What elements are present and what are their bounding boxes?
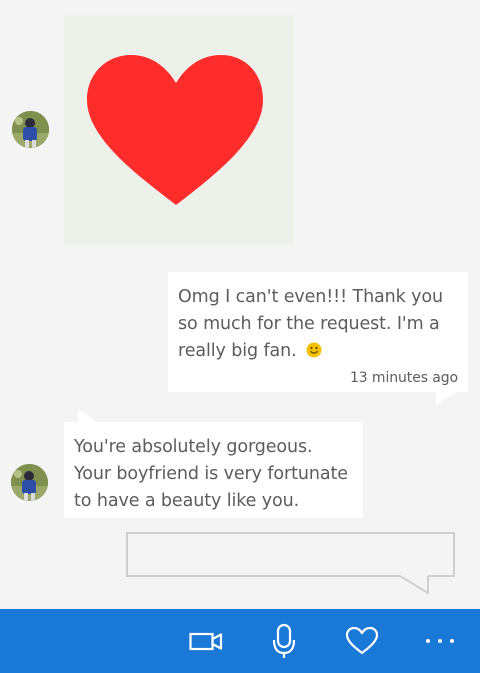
avatar-photo bbox=[12, 111, 49, 148]
contact-avatar[interactable] bbox=[12, 111, 49, 148]
app-bar bbox=[0, 609, 480, 673]
message-image-heart[interactable] bbox=[64, 15, 294, 245]
bubble-tail bbox=[436, 392, 456, 406]
heart-image-icon bbox=[87, 55, 263, 205]
like-button[interactable] bbox=[334, 609, 390, 673]
message-bubble-incoming[interactable]: You're absolutely gorgeous. Your boyfrie… bbox=[64, 422, 363, 518]
more-icon bbox=[426, 639, 454, 643]
avatar-photo bbox=[11, 464, 48, 501]
message-input[interactable] bbox=[126, 532, 455, 577]
message-bubble-outgoing[interactable]: Omg I can't even!!! Thank you so much fo… bbox=[168, 272, 468, 392]
heart-icon bbox=[345, 626, 379, 655]
smiley-icon bbox=[306, 342, 322, 358]
composer-tail bbox=[400, 575, 429, 595]
voice-message-button[interactable] bbox=[256, 609, 312, 673]
bubble-tail bbox=[78, 409, 98, 423]
message-timestamp: 13 minutes ago bbox=[349, 370, 458, 386]
video-call-button[interactable] bbox=[178, 609, 234, 673]
video-icon bbox=[189, 632, 223, 651]
microphone-icon bbox=[272, 623, 296, 658]
message-text: You're absolutely gorgeous. Your boyfrie… bbox=[74, 437, 348, 511]
contact-avatar[interactable] bbox=[11, 464, 48, 501]
more-options-button[interactable] bbox=[412, 609, 468, 673]
